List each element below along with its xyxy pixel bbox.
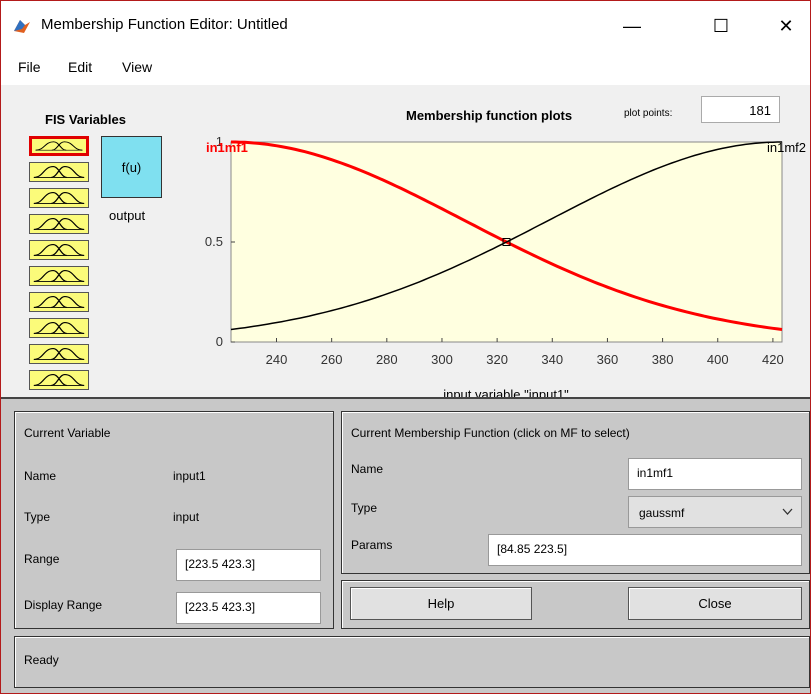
current-mf-panel: Current Membership Function (click on MF…: [341, 411, 810, 574]
mf-editor-window: Membership Function Editor: Untitled — ☐…: [0, 0, 811, 694]
mf-type-select[interactable]: gaussmf: [628, 496, 802, 528]
matlab-icon: [14, 20, 30, 33]
chevron-down-icon: [782, 508, 793, 515]
display-range-label: Display Range: [24, 598, 103, 612]
close-icon: ✕: [778, 15, 794, 36]
x-tick-label: 300: [431, 352, 453, 367]
current-variable-panel: Current Variable Name input1 Type input …: [14, 411, 334, 629]
membership-plot[interactable]: 240 260 280 300 320 340 360 380 400 42000.51 in1m…: [1, 85, 810, 397]
title-bar: Membership Function Editor: Untitled — ☐…: [1, 1, 810, 51]
mf2-label[interactable]: in1mf2: [767, 140, 806, 155]
menu-view[interactable]: View: [122, 59, 152, 75]
button-panel: Help Close: [341, 580, 810, 629]
display-range-field[interactable]: [223.5 423.3]: [176, 592, 321, 624]
x-tick-label: 240: [266, 352, 288, 367]
mf-type-label: Type: [351, 501, 378, 515]
upper-area: FIS Variables f(u) output Membership fun…: [1, 85, 810, 397]
y-tick-label: 0.5: [205, 234, 223, 249]
x-tick-label: 280: [376, 352, 398, 367]
var-type-label: Type: [24, 510, 51, 524]
minimize-button[interactable]: —: [609, 9, 655, 43]
var-name-label: Name: [24, 469, 57, 483]
x-tick-label: 260: [321, 352, 343, 367]
maximize-icon: ☐: [712, 15, 730, 36]
mf-params-field[interactable]: [84.85 223.5]: [488, 534, 802, 566]
current-mf-title: Current Membership Function (click on MF…: [351, 426, 630, 440]
window-title: Membership Function Editor: Untitled: [41, 16, 288, 33]
status-panel: Ready: [14, 636, 810, 688]
range-label: Range: [24, 552, 60, 566]
x-tick-label: 320: [486, 352, 508, 367]
var-type-value: input: [173, 510, 200, 524]
minimize-icon: —: [623, 15, 641, 36]
menu-file[interactable]: File: [18, 59, 41, 75]
range-field[interactable]: [223.5 423.3]: [176, 549, 321, 581]
mf-name-label: Name: [351, 462, 384, 476]
menu-edit[interactable]: Edit: [68, 59, 92, 75]
help-button[interactable]: Help: [350, 587, 532, 620]
lower-area: Current Variable Name input1 Type input …: [1, 397, 810, 693]
x-tick-label: 380: [652, 352, 674, 367]
status-text: Ready: [24, 653, 59, 667]
menu-bar: File Edit View: [1, 51, 810, 85]
close-window-button[interactable]: ✕: [763, 9, 809, 43]
x-tick-label: 400: [707, 352, 729, 367]
mf-name-field[interactable]: in1mf1: [628, 458, 802, 490]
close-button[interactable]: Close: [628, 587, 802, 620]
var-name-value: input1: [173, 469, 206, 483]
x-axis-label: input variable "input1": [443, 387, 569, 397]
mf1-label[interactable]: in1mf1: [206, 140, 248, 155]
x-tick-label: 340: [541, 352, 563, 367]
mf-type-value: gaussmf: [639, 506, 685, 520]
x-tick-label: 360: [597, 352, 619, 367]
current-variable-title: Current Variable: [24, 426, 111, 440]
maximize-button[interactable]: ☐: [698, 9, 744, 43]
x-tick-label: 420: [762, 352, 784, 367]
mf-params-label: Params: [351, 538, 393, 552]
y-tick-label: 0: [216, 334, 223, 349]
